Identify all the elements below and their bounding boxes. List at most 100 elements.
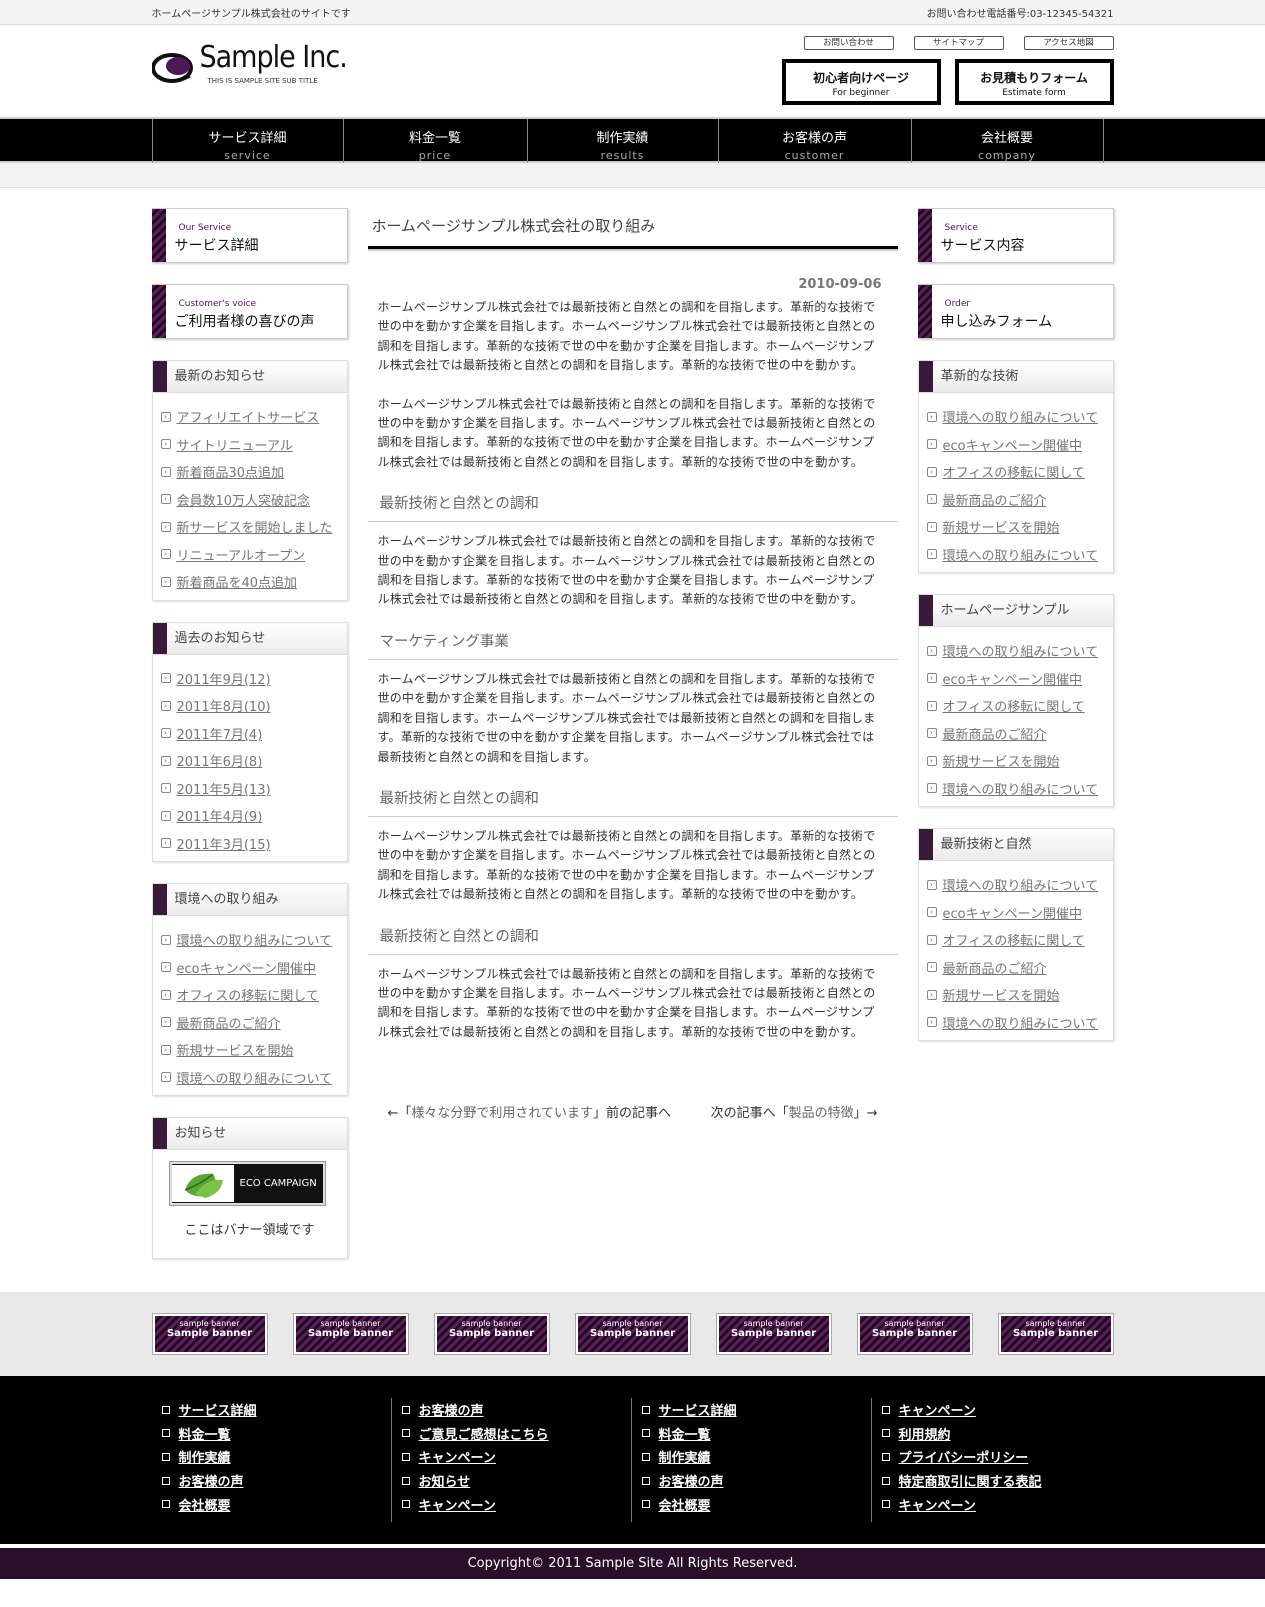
sidebar-link[interactable]: 環境への取り組みについて [943,641,1099,660]
sidebar-link[interactable]: 環境への取り組みについて [943,779,1099,798]
list-item: › 環境への取り組みについて [926,403,1113,431]
sidebar-link[interactable]: 新規サービスを開始 [943,517,1060,536]
sample-banner[interactable]: sample banner Sample banner [856,1313,973,1355]
env-link[interactable]: オフィスの移転に関して [177,985,319,1004]
nav-item-company[interactable]: 会社概要 company [912,119,1104,163]
footer-link[interactable]: 制作実績 [659,1447,711,1466]
estimate-button-sublabel: Estimate form [1002,88,1066,98]
footer-column: キャンペーン 利用規約 プライバシーポリシー 特定商取引に関する表記 キャンペー… [872,1398,1112,1522]
footer-link[interactable]: 利用規約 [899,1424,951,1443]
sample-banner[interactable]: sample banner Sample banner [997,1313,1114,1355]
footer-link[interactable]: 料金一覧 [179,1424,231,1443]
customer-voice-banner[interactable]: Customer's voice ご利用者様の喜びの声 [151,284,348,339]
bullet-icon [161,1452,170,1461]
archive-link[interactable]: 2011年6月(8) [177,751,263,770]
nav-item-results[interactable]: 制作実績 results [528,119,719,163]
sample-banner[interactable]: sample banner Sample banner [574,1313,691,1355]
sidebar-link[interactable]: オフィスの移転に関して [943,462,1085,481]
nav-label: 会社概要 [980,131,1033,146]
sidebar-link[interactable]: 新規サービスを開始 [943,985,1060,1004]
footer-link[interactable]: お客様の声 [419,1400,484,1419]
footer-link[interactable]: サービス詳細 [179,1400,257,1419]
bullet-icon [881,1429,890,1438]
sidebar-link[interactable]: 環境への取り組みについて [943,1013,1099,1032]
bullet-icon [641,1476,650,1485]
env-link[interactable]: 環境への取り組みについて [177,930,333,949]
banner-note: ここはバナー領域です [184,1223,315,1238]
sample-banner[interactable]: sample banner Sample banner [151,1313,268,1355]
sample-banner[interactable]: sample banner Sample banner [433,1313,550,1355]
logo-icon [150,46,196,83]
news-link[interactable]: 新サービスを開始しました [177,517,333,536]
archive-link[interactable]: 2011年7月(4) [177,724,263,743]
footer-link[interactable]: サービス詳細 [659,1400,737,1419]
footer-link[interactable]: 特定商取引に関する表記 [899,1471,1042,1490]
arrow-icon: › [160,1044,171,1055]
footer-link[interactable]: 会社概要 [659,1495,711,1514]
nav-item-service[interactable]: サービス詳細 service [153,119,344,163]
box-title: 最新技術と自然 [918,829,1113,861]
archive-link[interactable]: 2011年8月(10) [177,696,271,715]
sidebar-link[interactable]: オフィスの移転に関して [943,696,1085,715]
env-link[interactable]: 新規サービスを開始 [177,1040,294,1059]
news-link[interactable]: 新着商品30点追加 [177,462,285,481]
sidebar-link[interactable]: 環境への取り組みについて [943,545,1099,564]
sidebar-link[interactable]: 環境への取り組みについて [943,875,1099,894]
arrow-icon: › [926,1017,937,1028]
env-link[interactable]: 環境への取り組みについて [177,1068,333,1087]
service-detail-banner[interactable]: Our Service サービス詳細 [151,208,348,263]
nav-item-price[interactable]: 料金一覧 price [344,119,528,163]
footer-link[interactable]: お客様の声 [179,1471,244,1490]
order-form-banner[interactable]: Order 申し込みフォーム [917,284,1114,339]
archive-link[interactable]: 2011年4月(9) [177,806,263,825]
eco-campaign-banner[interactable]: ECO CAMPAIGN [168,1161,326,1206]
footer-link[interactable]: キャンペーン [419,1447,496,1466]
sidebar-link[interactable]: 新規サービスを開始 [943,751,1060,770]
footer-link[interactable]: 料金一覧 [659,1424,711,1443]
news-link[interactable]: 会員数10万人突破記念 [177,490,311,509]
contact-link[interactable]: お問い合わせ [803,36,894,50]
sidebar-link[interactable]: 最新商品のご紹介 [943,490,1047,509]
env-link[interactable]: ecoキャンペーン開催中 [177,958,316,977]
news-link[interactable]: 新着商品を40点追加 [177,572,298,591]
arrow-icon: › [926,466,937,477]
prev-article-link[interactable]: 様々な分野で利用されています [411,1106,593,1121]
sidebar-link[interactable]: オフィスの移転に関して [943,930,1085,949]
access-map-link[interactable]: アクセス地図 [1023,36,1114,50]
sidebar-link[interactable]: ecoキャンペーン開催中 [943,435,1082,454]
archive-link[interactable]: 2011年9月(12) [177,669,271,688]
footer-link[interactable]: ご意見ご感想はこちら [419,1424,549,1443]
sidebar-link[interactable]: 最新商品のご紹介 [943,958,1047,977]
nav-item-customer[interactable]: お客様の声 customer [719,119,912,163]
service-content-banner[interactable]: Service サービス内容 [917,208,1114,263]
sitemap-link[interactable]: サイトマップ [913,36,1004,50]
news-link[interactable]: リニューアルオープン [177,545,306,564]
sidebar-link[interactable]: 環境への取り組みについて [943,407,1099,426]
site-logo[interactable]: Sample Inc. THIS IS SAMPLE SITE SUB TITL… [150,43,348,85]
footer-link[interactable]: プライバシーポリシー [899,1447,1029,1466]
footer-link[interactable]: キャンペーン [419,1495,496,1514]
sidebar-link[interactable]: ecoキャンペーン開催中 [943,903,1082,922]
news-link[interactable]: アフィリエイトサービス [177,407,320,426]
sample-banner[interactable]: sample banner Sample banner [715,1313,832,1355]
estimate-form-button[interactable]: お見積もりフォーム Estimate form [954,59,1114,105]
footer-link[interactable]: お知らせ [419,1471,471,1490]
archive-link[interactable]: 2011年5月(13) [177,779,271,798]
footer-link[interactable]: お客様の声 [659,1471,724,1490]
archive-link[interactable]: 2011年3月(15) [177,834,271,853]
footer-link[interactable]: 会社概要 [179,1495,231,1514]
footer-link[interactable]: キャンペーン [899,1400,976,1419]
footer-link[interactable]: 制作実績 [179,1447,231,1466]
sidebar-link[interactable]: ecoキャンペーン開催中 [943,669,1082,688]
env-link[interactable]: 最新商品のご紹介 [177,1013,281,1032]
sidebar-link[interactable]: 最新商品のご紹介 [943,724,1047,743]
next-article-link[interactable]: 製品の特徴 [789,1106,854,1121]
sample-banner[interactable]: sample banner Sample banner [292,1313,409,1355]
arrow-icon: › [160,673,171,684]
beginner-page-button[interactable]: 初心者向けページ For beginner [781,59,941,105]
news-link[interactable]: サイトリニューアル [177,435,293,454]
arrow-icon: › [926,962,937,973]
nav-label: 制作実績 [596,131,649,146]
box-title: お知らせ [152,1118,347,1150]
footer-link[interactable]: キャンペーン [899,1495,976,1514]
